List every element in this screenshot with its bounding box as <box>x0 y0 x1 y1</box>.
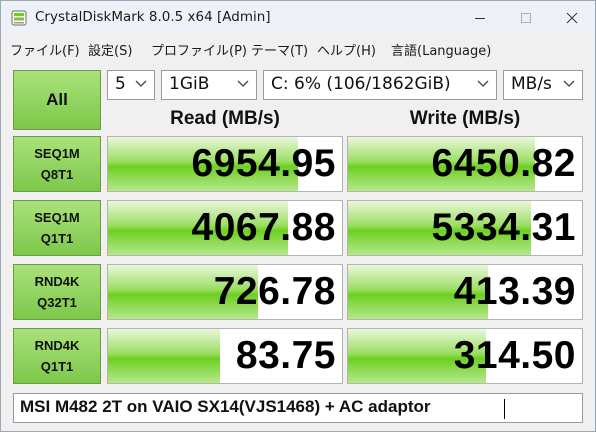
menu-language[interactable]: 言語(Language) <box>391 40 491 59</box>
comment-field[interactable]: MSI M482 2T on VAIO SX14(VJS1468) + AC a… <box>13 393 583 423</box>
drive-value: C: 6% (106/1862GiB) <box>271 74 451 94</box>
app-window: CrystalDiskMark 8.0.5 x64 [Admin] ファイル(F… <box>0 0 596 432</box>
chevron-down-icon <box>135 80 147 87</box>
menu-profile[interactable]: プロファイル(P) <box>151 40 247 59</box>
read-header: Read (MB/s) <box>170 108 280 129</box>
write-value: 5334.31 <box>431 206 576 249</box>
size-select[interactable]: 1GiB <box>161 70 257 100</box>
unit-select[interactable]: MB/s <box>503 70 583 100</box>
write-result-cell: 413.39 <box>347 264 583 320</box>
chevron-down-icon <box>237 80 249 87</box>
menu-settings[interactable]: 設定(S) <box>88 40 132 59</box>
test-name: SEQ1M <box>34 210 80 225</box>
write-result-cell: 314.50 <box>347 328 583 384</box>
test-name: RND4K <box>34 274 80 289</box>
comment-text: MSI M482 2T on VAIO SX14(VJS1468) + AC a… <box>20 397 431 416</box>
read-result-cell: 726.78 <box>107 264 343 320</box>
read-value: 6954.95 <box>191 142 336 185</box>
write-value: 413.39 <box>453 270 576 313</box>
window-title: CrystalDiskMark 8.0.5 x64 [Admin] <box>35 9 271 25</box>
read-bar <box>108 329 221 383</box>
count-value: 5 <box>115 74 126 94</box>
test-button-seq1m-q1t1[interactable]: SEQ1M Q1T1 <box>13 200 101 256</box>
test-params: Q8T1 <box>40 167 74 182</box>
read-value: 83.75 <box>235 334 336 377</box>
title-bar[interactable]: CrystalDiskMark 8.0.5 x64 [Admin] <box>1 1 595 35</box>
write-result-cell: 5334.31 <box>347 200 583 256</box>
benchmark-panel: All 5 1GiB C: 6% (106/1862GiB) MB/s Read… <box>1 63 595 431</box>
test-button-rnd4k-q1t1[interactable]: RND4K Q1T1 <box>13 328 101 384</box>
minimize-button[interactable] <box>457 1 503 35</box>
drive-select[interactable]: C: 6% (106/1862GiB) <box>263 70 497 100</box>
write-header: Write (MB/s) <box>409 108 521 129</box>
test-params: Q1T1 <box>40 231 74 246</box>
read-result-cell: 4067.88 <box>107 200 343 256</box>
test-button-rnd4k-q32t1[interactable]: RND4K Q32T1 <box>13 264 101 320</box>
menu-file[interactable]: ファイル(F) <box>10 40 80 59</box>
all-button[interactable]: All <box>13 70 101 130</box>
close-button[interactable] <box>549 1 595 35</box>
write-value: 314.50 <box>453 334 576 377</box>
close-icon <box>566 12 578 24</box>
menu-bar: ファイル(F) 設定(S) プロファイル(P) テーマ(T) ヘルプ(H) 言語… <box>1 37 595 61</box>
write-value: 6450.82 <box>431 142 576 185</box>
text-caret <box>504 399 505 419</box>
maximize-icon <box>521 13 531 23</box>
write-result-cell: 6450.82 <box>347 136 583 192</box>
test-params: Q1T1 <box>40 359 74 374</box>
test-button-seq1m-q8t1[interactable]: SEQ1M Q8T1 <box>13 136 101 192</box>
menu-theme[interactable]: テーマ(T) <box>251 40 308 59</box>
app-icon <box>11 10 27 26</box>
read-value: 726.78 <box>213 270 336 313</box>
unit-value: MB/s <box>511 74 552 94</box>
maximize-button[interactable] <box>503 1 549 35</box>
count-select[interactable]: 5 <box>107 70 155 100</box>
minimize-icon <box>475 18 485 19</box>
read-result-cell: 6954.95 <box>107 136 343 192</box>
chevron-down-icon <box>477 80 489 87</box>
size-value: 1GiB <box>169 74 210 94</box>
test-params: Q32T1 <box>37 295 77 310</box>
test-name: SEQ1M <box>34 146 80 161</box>
menu-help[interactable]: ヘルプ(H) <box>317 40 376 59</box>
read-result-cell: 83.75 <box>107 328 343 384</box>
chevron-down-icon <box>563 80 575 87</box>
read-value: 4067.88 <box>191 206 336 249</box>
test-name: RND4K <box>34 338 80 353</box>
